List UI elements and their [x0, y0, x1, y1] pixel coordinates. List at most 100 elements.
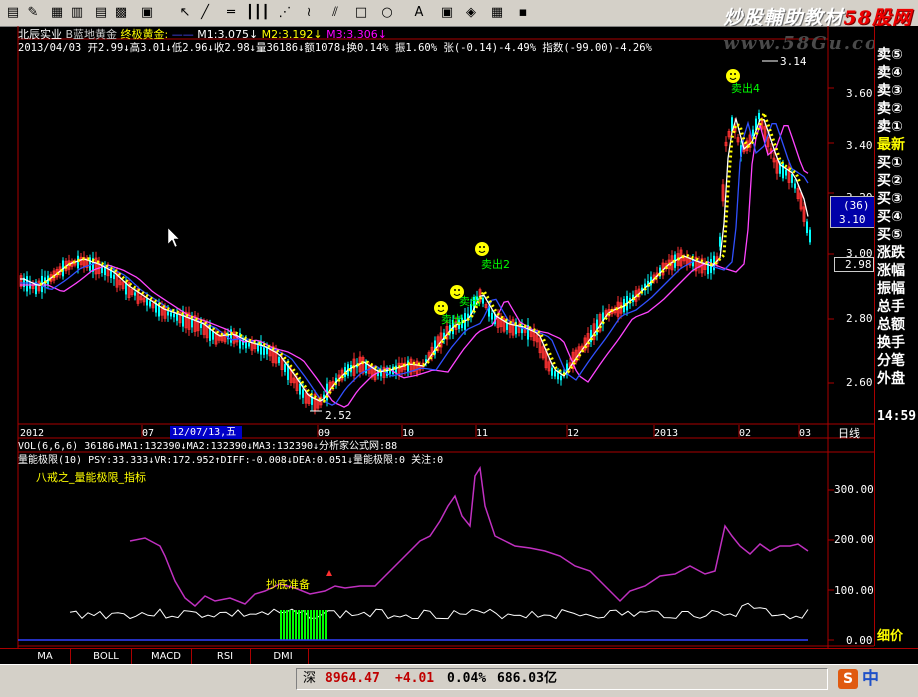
palette-icon[interactable]: ▦	[488, 4, 506, 21]
date-label: 10	[402, 428, 415, 439]
amount-label: 总额	[877, 317, 905, 333]
price-high-label: 3.14	[780, 55, 807, 68]
ask3-label: 卖③	[877, 83, 903, 99]
smiley-eye	[458, 289, 460, 291]
bottom-signal-bar	[283, 610, 285, 640]
index-pct: 0.04%	[447, 671, 487, 686]
grid-icon[interactable]: ▦	[48, 4, 66, 21]
parallel-icon[interactable]: ⫽	[326, 4, 344, 21]
detail-label[interactable]: 细价	[877, 628, 918, 646]
bottom-signal-bar	[298, 610, 300, 640]
bottom-signal-bar	[286, 610, 288, 640]
candle-body	[791, 174, 793, 183]
tab-boll[interactable]: BOLL	[81, 649, 132, 664]
tab-macd[interactable]: MACD	[141, 649, 192, 664]
bottom-signal-bar	[325, 610, 327, 640]
index-change: +4.01	[395, 671, 435, 686]
date-label: 2012	[20, 428, 45, 439]
candle-body	[785, 169, 787, 176]
bid1-label: 买①	[877, 155, 903, 171]
sub-indicator-title: 八戒之_量能极限_指标	[36, 471, 146, 484]
indicator-hidden: ——	[171, 28, 194, 41]
sub-tick: 0.00	[846, 634, 873, 647]
bottom-signal-bar	[313, 610, 315, 640]
candle-body	[134, 292, 136, 296]
ticks-label: 分笔	[877, 353, 905, 369]
bottom-signal-bar	[295, 610, 297, 640]
main-chart[interactable]	[0, 26, 918, 648]
chart-icon[interactable]: ▩	[112, 4, 130, 21]
line-icon[interactable]: ╱	[196, 4, 214, 21]
candle-body	[752, 129, 754, 137]
outer-label: 外盘	[877, 371, 905, 387]
tab-dmi[interactable]: DMI	[258, 649, 309, 664]
sub-tick: 200.00	[834, 533, 874, 546]
ask2-label: 卖②	[877, 101, 903, 117]
smiley-eye	[454, 289, 456, 291]
period-label[interactable]: 日线	[838, 427, 860, 440]
hline-icon[interactable]: ═	[222, 4, 240, 21]
index-amount: 686.03亿	[497, 671, 557, 686]
stock-name[interactable]: 北辰实业	[18, 28, 62, 41]
mark-icon[interactable]: ▣	[438, 4, 456, 21]
candle-body	[557, 372, 559, 380]
time-label: 14:59	[877, 409, 917, 424]
sub-indicator-line: 量能极限(10) PSY:33.333↓VR:172.952↑DIFF:-0.0…	[18, 455, 444, 466]
text-icon[interactable]: A	[410, 4, 428, 21]
info-line: 2013/04/03 开2.99↓高3.01↓低2.96↓收2.98↓量3618…	[18, 42, 652, 54]
sogou-logo-icon[interactable]: S	[838, 669, 858, 689]
window-icon[interactable]: ▣	[138, 4, 156, 21]
candle-body	[170, 312, 172, 317]
candle-body	[278, 357, 280, 363]
list-icon[interactable]: ▤	[92, 4, 110, 21]
indicator-name: B蓝地黄金	[65, 28, 118, 41]
ma2-value: M2:3.192↓	[261, 28, 323, 41]
ime-mode-icon[interactable]: 中	[862, 669, 884, 689]
signal-arrow-icon	[326, 570, 332, 576]
signal-sell-label: 卖出2	[481, 258, 510, 271]
bottom-signal-bar	[280, 610, 282, 640]
candle-body	[149, 301, 151, 307]
candle-body	[482, 298, 484, 304]
smiley-eye	[483, 246, 485, 248]
candle-body	[146, 298, 148, 306]
cursor-date-label: 12/07/13,五	[170, 426, 243, 439]
new-icon[interactable]: ▤	[4, 4, 22, 21]
cursor-icon[interactable]: ↖	[176, 4, 194, 21]
candle-body	[596, 319, 598, 335]
ma1-value: M1:3.075↓	[197, 28, 259, 41]
table-icon[interactable]: ▥	[68, 4, 86, 21]
candle-body	[758, 113, 760, 119]
eraser-icon[interactable]: ◈	[462, 4, 480, 21]
volume-line: VOL(6,6,6) 36186↓MA1:132390↓MA2:132390↓M…	[18, 441, 398, 452]
draw-icon[interactable]: ✎	[24, 4, 42, 21]
candle-body	[782, 163, 784, 179]
date-label: 07	[142, 428, 155, 439]
date-label: 2013	[654, 428, 679, 439]
bottom-signal-bar	[307, 610, 309, 640]
ask5-label: 卖⑤	[877, 47, 903, 63]
tab-ma[interactable]: MA	[20, 649, 71, 664]
ellipse-icon[interactable]: ○	[378, 4, 396, 21]
smiley-eye	[479, 246, 481, 248]
indicator-tabs: MA BOLL MACD RSI DMI	[0, 648, 918, 665]
change-label: 涨跌	[877, 245, 905, 261]
price-tick: 3.60	[846, 87, 873, 100]
save-icon[interactable]: ▪	[514, 4, 532, 21]
fan-icon[interactable]: ⋰	[276, 4, 294, 21]
candle-body	[299, 383, 301, 395]
candle-body	[809, 229, 811, 243]
vlines-icon[interactable]: ┃┃┃	[246, 4, 269, 21]
change-pct-label: 涨幅	[877, 263, 905, 279]
wave-icon[interactable]: ≀	[300, 4, 318, 21]
rect-icon[interactable]: □	[352, 4, 370, 21]
last-label: 最新	[877, 137, 905, 153]
mouse-cursor-icon	[167, 227, 180, 248]
candle-body	[434, 340, 436, 355]
bottom-signal-bar	[322, 610, 324, 640]
index-ticker[interactable]: 深 8964.47 +4.01 0.04% 686.03亿	[296, 668, 828, 690]
bottom-signal-bar	[319, 610, 321, 640]
tab-rsi[interactable]: RSI	[200, 649, 251, 664]
price-tick: 3.40	[846, 139, 873, 152]
candle-body	[200, 323, 202, 329]
